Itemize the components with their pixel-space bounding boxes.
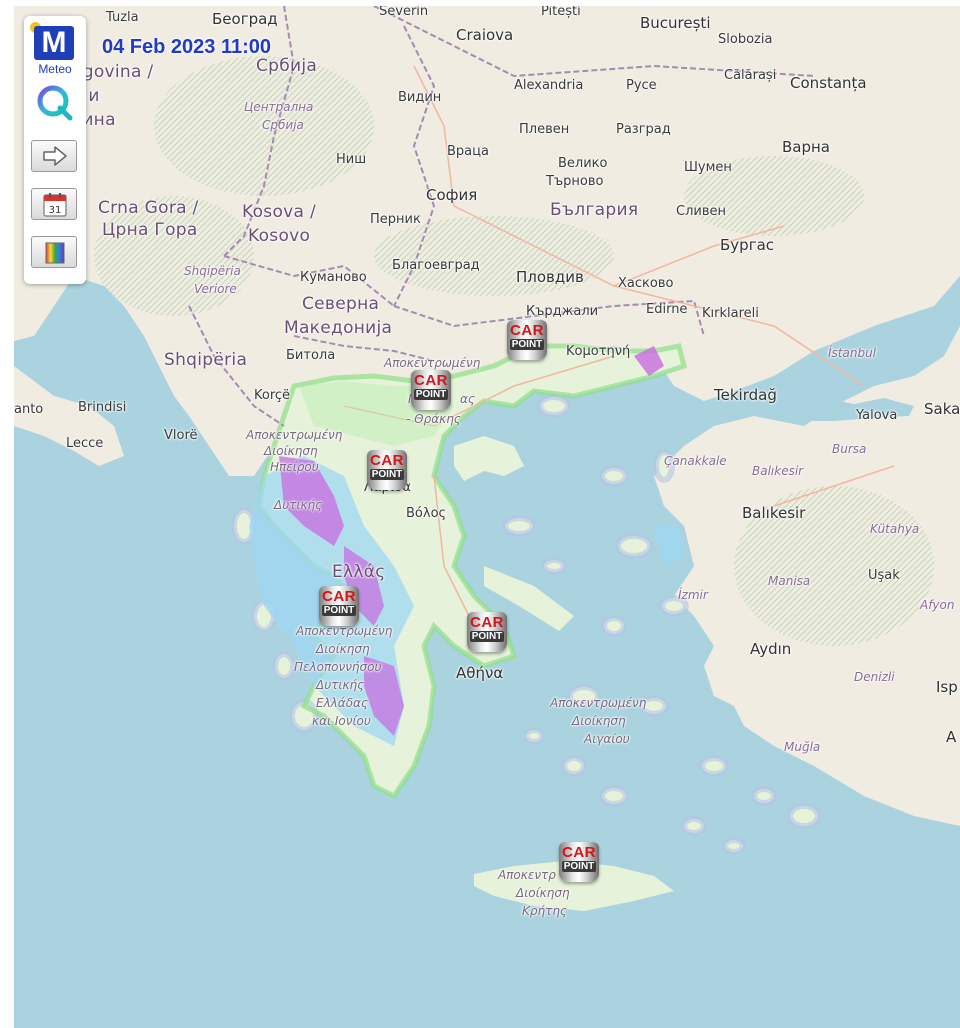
calendar-button[interactable]: 31 <box>31 188 77 220</box>
calendar-icon: 31 <box>43 193 67 217</box>
marker-brand-top: CAR <box>370 452 404 469</box>
marker-brand-bottom: POINT <box>470 631 504 642</box>
marker-brand-bottom: POINT <box>562 861 596 872</box>
q-logo-icon[interactable] <box>34 82 76 124</box>
land-chalkidiki <box>454 436 524 481</box>
next-button[interactable] <box>31 140 77 172</box>
palette-button[interactable] <box>31 236 77 268</box>
calendar-day: 31 <box>49 205 62 216</box>
map-control-panel: M Meteo 31 <box>24 16 86 284</box>
marker-brand-top: CAR <box>414 372 448 389</box>
meteo-logo[interactable]: M Meteo <box>30 22 80 80</box>
logo-mark: M <box>34 26 74 60</box>
land-italy <box>14 366 124 466</box>
carpoint-marker[interactable]: CAR POINT <box>364 448 410 492</box>
marker-brand-bottom: POINT <box>322 605 356 616</box>
carpoint-marker[interactable]: CAR POINT <box>316 584 362 628</box>
logo-text: Meteo <box>38 62 72 76</box>
marker-brand-bottom: POINT <box>414 389 448 400</box>
carpoint-marker[interactable]: CAR POINT <box>464 610 510 654</box>
arrow-right-icon <box>43 146 67 166</box>
marker-brand-top: CAR <box>322 588 356 605</box>
carpoint-marker[interactable]: CAR POINT <box>556 840 602 884</box>
weather-map[interactable]: Tuzla Београд Србија Severin Pitești Buc… <box>14 6 960 1028</box>
forecast-timestamp: 04 Feb 2023 11:00 <box>102 36 272 58</box>
marker-brand-top: CAR <box>510 322 544 339</box>
marker-brand-top: CAR <box>562 844 596 861</box>
carpoint-marker[interactable]: CAR POINT <box>408 368 454 412</box>
map-geography <box>14 6 960 911</box>
color-palette-icon <box>45 242 65 264</box>
marker-brand-top: CAR <box>470 614 504 631</box>
marker-brand-bottom: POINT <box>510 339 544 350</box>
marker-brand-bottom: POINT <box>370 469 404 480</box>
carpoint-marker[interactable]: CAR POINT <box>504 318 550 362</box>
